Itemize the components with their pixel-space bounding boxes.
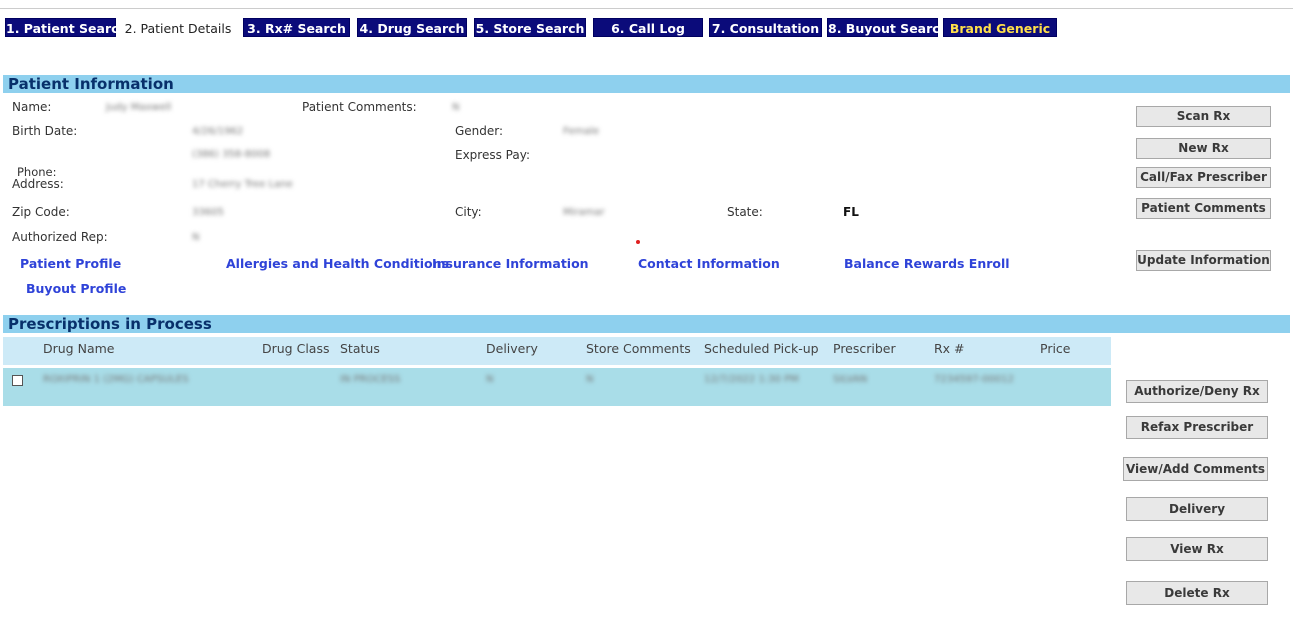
zip-code-value: 33605: [192, 207, 224, 218]
gender-value: Female: [563, 126, 600, 137]
authorized-rep-value: N: [192, 232, 200, 243]
balance-rewards-link[interactable]: Balance Rewards Enroll: [844, 256, 1010, 271]
new-rx-button[interactable]: New Rx: [1136, 138, 1271, 159]
patient-comments-value: N: [452, 102, 460, 113]
prescriptions-header: Prescriptions in Process: [3, 315, 1290, 333]
city-value: Miramar: [563, 207, 605, 218]
name-label: Name:: [12, 100, 52, 114]
zip-code-label: Zip Code:: [12, 205, 70, 219]
column-price[interactable]: Price: [1040, 341, 1071, 356]
cell-status: IN PROCESS: [340, 374, 401, 385]
patient-information-header: Patient Information: [3, 75, 1290, 93]
view-rx-button[interactable]: View Rx: [1126, 537, 1268, 561]
patient-profile-link[interactable]: Patient Profile: [20, 256, 121, 271]
tab-patient-search[interactable]: 1. Patient Search: [5, 18, 127, 37]
address-label: Address:: [12, 177, 64, 191]
column-drug-name[interactable]: Drug Name: [43, 341, 114, 356]
gender-label: Gender:: [455, 124, 504, 138]
cell-rx-number: 7234597-00012: [934, 374, 1014, 385]
tab-patient-details[interactable]: 2. Patient Details: [121, 18, 235, 37]
column-status[interactable]: Status: [340, 341, 380, 356]
buyout-profile-link[interactable]: Buyout Profile: [26, 281, 126, 296]
refax-prescriber-button[interactable]: Refax Prescriber: [1126, 416, 1268, 439]
authorize-deny-rx-button[interactable]: Authorize/Deny Rx: [1126, 380, 1268, 403]
cell-prescriber: SILVAN: [833, 374, 868, 385]
column-rx-number[interactable]: Rx #: [934, 341, 965, 356]
insurance-link[interactable]: Insurance Information: [432, 256, 589, 271]
tab-consultation[interactable]: 7. Consultation: [709, 18, 822, 37]
birth-date-value: 4/26/1962: [192, 126, 244, 137]
top-divider: [0, 8, 1293, 9]
call-fax-prescriber-button[interactable]: Call/Fax Prescriber: [1136, 167, 1271, 188]
scan-rx-button[interactable]: Scan Rx: [1136, 106, 1271, 127]
tab-rx-search[interactable]: 3. Rx# Search: [243, 18, 350, 37]
delivery-button[interactable]: Delivery: [1126, 497, 1268, 521]
tab-brand-generic[interactable]: Brand Generic: [943, 18, 1057, 37]
row-select-checkbox[interactable]: [12, 375, 23, 386]
address-value: 17 Cherry Tree Lane: [192, 179, 293, 190]
red-indicator-dot: [636, 240, 640, 244]
column-delivery[interactable]: Delivery: [486, 341, 538, 356]
tab-call-log[interactable]: 6. Call Log: [593, 18, 703, 37]
state-value: FL: [843, 205, 859, 219]
patient-comments-label: Patient Comments:: [302, 100, 417, 114]
delete-rx-button[interactable]: Delete Rx: [1126, 581, 1268, 605]
tab-buyout-search[interactable]: 8. Buyout Search: [827, 18, 949, 37]
update-information-button[interactable]: Update Information: [1136, 250, 1271, 271]
cell-scheduled-pickup: 12/7/2022 1:30 PM: [704, 374, 799, 385]
cell-drug-name: ROXIPRIN 1 (2MG) CAPSULES: [43, 374, 189, 385]
birth-date-label: Birth Date:: [12, 124, 78, 138]
contact-link[interactable]: Contact Information: [638, 256, 780, 271]
cell-delivery: N: [486, 374, 494, 385]
cell-store-comments: N: [586, 374, 594, 385]
tab-drug-search[interactable]: 4. Drug Search: [357, 18, 467, 37]
city-label: City:: [455, 205, 482, 219]
patient-comments-button[interactable]: Patient Comments: [1136, 198, 1271, 219]
name-value: Judy Maxwell: [106, 102, 172, 113]
state-label: State:: [727, 205, 763, 219]
column-drug-class[interactable]: Drug Class: [262, 341, 329, 356]
tab-store-search[interactable]: 5. Store Search: [474, 18, 586, 37]
express-pay-label: Express Pay:: [455, 148, 530, 162]
column-scheduled-pickup[interactable]: Scheduled Pick-up: [704, 341, 819, 356]
column-store-comments[interactable]: Store Comments: [586, 341, 691, 356]
authorized-rep-label: Authorized Rep:: [12, 230, 108, 244]
view-add-comments-button[interactable]: View/Add Comments: [1123, 457, 1268, 481]
column-prescriber[interactable]: Prescriber: [833, 341, 896, 356]
phone-value: (386) 358-8008: [192, 149, 271, 160]
allergies-link[interactable]: Allergies and Health Conditions: [226, 256, 449, 271]
